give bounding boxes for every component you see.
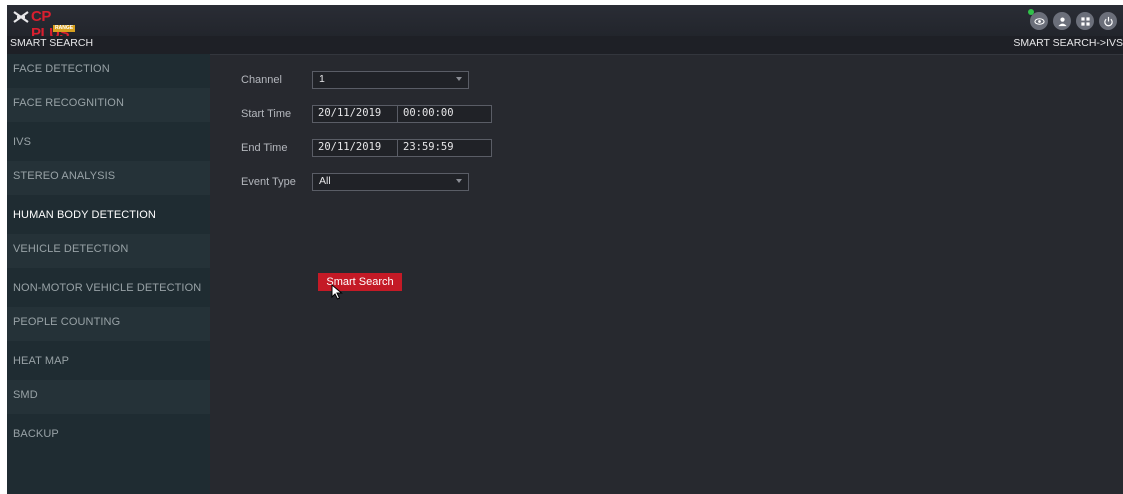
sidebar-item-label: VEHICLE DETECTION bbox=[13, 243, 129, 255]
sidebar-item-label: FACE DETECTION bbox=[13, 63, 110, 75]
live-status-dot bbox=[1028, 9, 1034, 15]
start-time-value[interactable]: 00:00:00 bbox=[403, 107, 454, 119]
start-time-label: Start Time bbox=[241, 108, 292, 120]
app-window: CP PLUS RANGE SMART SEARCH SMART SEARCH-… bbox=[7, 5, 1123, 494]
logo-mark-icon bbox=[13, 11, 29, 23]
page-header: SMART SEARCH SMART SEARCH->IVS bbox=[7, 36, 1123, 55]
end-time-value[interactable]: 23:59:59 bbox=[403, 141, 454, 153]
sidebar-item-face-recognition[interactable]: FACE RECOGNITION bbox=[7, 88, 210, 122]
sidebar-item-label: IVS bbox=[13, 136, 32, 148]
chevron-down-icon bbox=[456, 179, 462, 183]
sidebar-item-people-counting[interactable]: PEOPLE COUNTING bbox=[7, 307, 210, 341]
field-divider bbox=[397, 106, 398, 122]
top-bar: CP PLUS RANGE bbox=[7, 5, 1123, 42]
sidebar-item-smd[interactable]: SMD bbox=[7, 380, 210, 414]
sidebar-item-label: SMD bbox=[13, 389, 38, 401]
end-time-field[interactable]: 20/11/2019 23:59:59 bbox=[312, 139, 492, 157]
sidebar-item-human-body-detection[interactable]: HUMAN BODY DETECTION bbox=[7, 200, 210, 234]
power-icon[interactable] bbox=[1099, 12, 1117, 30]
sidebar-item-heat-map[interactable]: HEAT MAP bbox=[7, 346, 210, 380]
user-icon[interactable] bbox=[1053, 12, 1071, 30]
breadcrumb: SMART SEARCH->IVS bbox=[1013, 37, 1123, 49]
sidebar-item-label: STEREO ANALYSIS bbox=[13, 170, 116, 182]
start-date-value[interactable]: 20/11/2019 bbox=[318, 107, 381, 119]
sidebar-item-vehicle-detection[interactable]: VEHICLE DETECTION bbox=[7, 234, 210, 268]
live-view-icon[interactable] bbox=[1028, 9, 1048, 30]
sidebar-item-face-detection[interactable]: FACE DETECTION bbox=[7, 54, 210, 88]
channel-select[interactable]: 1 bbox=[312, 71, 469, 89]
sidebar-item-label: FACE RECOGNITION bbox=[13, 97, 124, 109]
top-icon-group bbox=[1028, 9, 1117, 30]
grid-menu-icon[interactable] bbox=[1076, 12, 1094, 30]
field-divider bbox=[397, 140, 398, 156]
event-type-label: Event Type bbox=[241, 176, 296, 188]
end-date-value[interactable]: 20/11/2019 bbox=[318, 141, 381, 153]
sidebar-item-backup[interactable]: BACKUP bbox=[7, 419, 210, 453]
page-title: SMART SEARCH bbox=[10, 37, 94, 49]
sidebar: FACE DETECTION FACE RECOGNITION IVS STER… bbox=[7, 54, 210, 494]
start-time-field[interactable]: 20/11/2019 00:00:00 bbox=[312, 105, 492, 123]
sidebar-item-label: HEAT MAP bbox=[13, 355, 70, 367]
sidebar-item-label: HUMAN BODY DETECTION bbox=[13, 209, 156, 221]
search-form: Channel 1 Start Time 20/11/2019 00:00:00… bbox=[210, 54, 1123, 494]
event-type-select[interactable]: All bbox=[312, 173, 469, 191]
sidebar-item-label: PEOPLE COUNTING bbox=[13, 316, 121, 328]
sidebar-item-stereo-analysis[interactable]: STEREO ANALYSIS bbox=[7, 161, 210, 195]
event-type-value: All bbox=[319, 175, 331, 187]
sidebar-item-ivs[interactable]: IVS bbox=[7, 127, 210, 161]
sidebar-item-label: NON-MOTOR VEHICLE DETECTION bbox=[13, 282, 202, 294]
channel-label: Channel bbox=[241, 74, 282, 86]
end-time-label: End Time bbox=[241, 142, 288, 154]
sidebar-item-label: BACKUP bbox=[13, 428, 59, 440]
logo-badge: RANGE bbox=[53, 25, 76, 32]
channel-value: 1 bbox=[319, 73, 325, 85]
mouse-cursor-icon bbox=[331, 284, 343, 300]
sidebar-item-non-motor-vehicle-detection[interactable]: NON-MOTOR VEHICLE DETECTION bbox=[7, 273, 210, 307]
chevron-down-icon bbox=[456, 77, 462, 81]
